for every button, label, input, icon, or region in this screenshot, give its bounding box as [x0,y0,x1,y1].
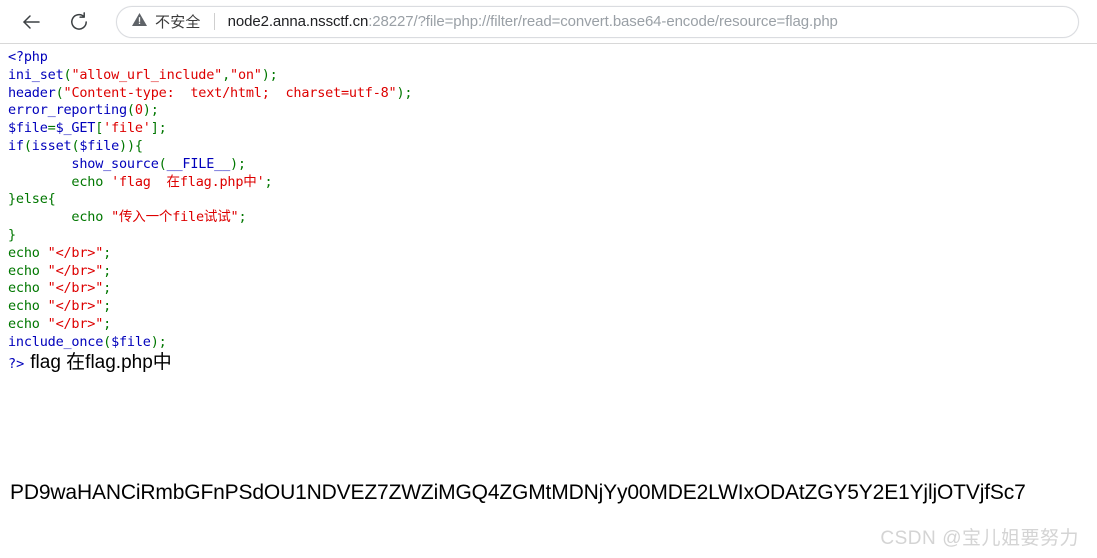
base64-output-text: PD9waHANCiRmbGFnPSdOU1NDVEZ7ZWZiMGQ4ZGMt… [10,481,1026,504]
csdn-watermark: CSDN @宝儿姐要努力 [880,523,1079,550]
back-button[interactable] [14,5,48,39]
csdn-brand-label: CSDN [880,528,937,549]
security-status-label: 不安全 [155,14,201,31]
php-source-listing: <?php ini_set("allow_url_include","on");… [8,49,413,350]
address-bar[interactable]: 不安全 node2.anna.nssctf.cn:28227/?file=php… [116,5,1079,38]
page-viewport: <?php ini_set("allow_url_include","on");… [0,44,1097,558]
url-text[interactable]: node2.anna.nssctf.cn:28227/?file=php://f… [228,13,838,30]
url-host: node2.anna.nssctf.cn [227,13,369,30]
security-status-chip[interactable]: 不安全 [131,11,201,33]
url-path: :28227/?file=php://filter/read=convert.b… [368,13,838,30]
php-close-tag: ?> [8,355,25,372]
reload-button[interactable] [62,5,96,39]
omnibox-divider [213,13,215,30]
back-arrow-icon [20,11,42,33]
warning-triangle-icon [131,11,148,33]
reload-icon [68,11,90,33]
echo-output-text: flag 在flag.php中 [30,351,172,373]
csdn-author-handle: @宝儿姐要努力 [942,528,1079,549]
browser-toolbar: 不安全 node2.anna.nssctf.cn:28227/?file=php… [0,0,1097,44]
echo-output-line: ?> flag 在flag.php中 [0,351,1097,376]
